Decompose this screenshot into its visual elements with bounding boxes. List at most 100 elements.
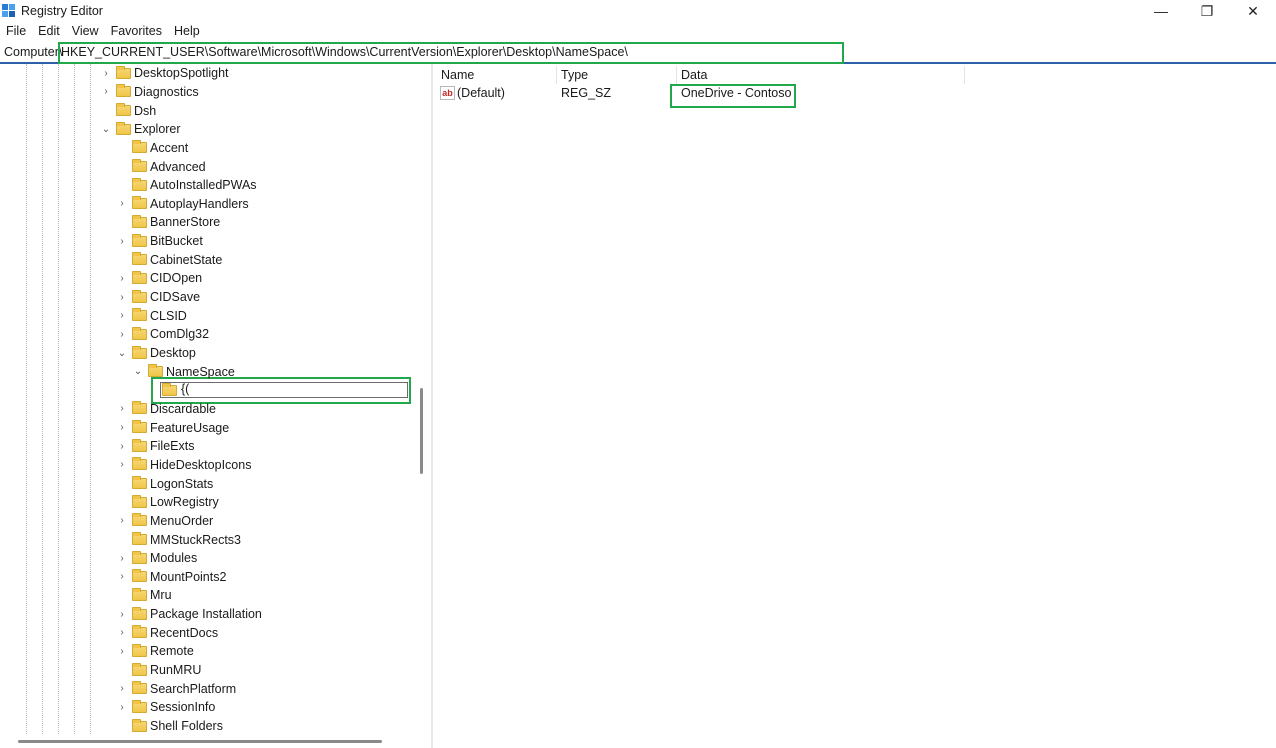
tree-item[interactable]: Mru: [116, 586, 172, 605]
tree-item-label: Advanced: [150, 159, 206, 174]
tree-item[interactable]: Shell Folders: [116, 717, 223, 736]
expand-chevron-icon[interactable]: ›: [116, 198, 128, 210]
tree-item[interactable]: ⌄ Desktop: [116, 344, 196, 363]
tree-item[interactable]: › FeatureUsage: [116, 418, 229, 437]
values-pane[interactable]: Name Type Data ab (Default) REG_SZ OneDr…: [434, 64, 1276, 748]
column-separator[interactable]: [964, 66, 965, 84]
tree-item[interactable]: › Diagnostics: [100, 83, 199, 102]
close-button[interactable]: ✕: [1230, 0, 1276, 22]
tree-item[interactable]: RunMRU: [116, 661, 201, 680]
expand-chevron-icon[interactable]: ›: [116, 328, 128, 340]
tree-item[interactable]: ⌄ Explorer: [100, 120, 181, 139]
address-path[interactable]: HKEY_CURRENT_USER\Software\Microsoft\Win…: [61, 45, 628, 59]
tree-item[interactable]: › BitBucket: [116, 232, 203, 251]
menu-edit[interactable]: Edit: [32, 23, 66, 41]
expand-chevron-icon[interactable]: ›: [116, 291, 128, 303]
tree-item[interactable]: › Package Installation: [116, 605, 262, 624]
tree-item[interactable]: › ComDlg32: [116, 325, 209, 344]
address-root: Computer\: [4, 45, 63, 59]
tree-guide-line: [42, 64, 43, 734]
folder-icon: [132, 494, 147, 508]
expand-chevron-icon[interactable]: ›: [100, 86, 112, 98]
tree-item[interactable]: › FileExts: [116, 437, 194, 456]
expand-chevron-icon[interactable]: ›: [116, 422, 128, 434]
menu-favorites[interactable]: Favorites: [105, 23, 168, 41]
tree-item[interactable]: Accent: [116, 139, 188, 158]
tree-item[interactable]: Dsh: [100, 101, 156, 120]
rename-key-input[interactable]: [160, 382, 408, 398]
folder-icon: [132, 308, 147, 322]
value-data[interactable]: OneDrive - Contoso: [681, 86, 791, 104]
rename-key-text[interactable]: {(: [181, 382, 189, 396]
expand-chevron-icon[interactable]: ›: [116, 459, 128, 471]
tree-item[interactable]: › Modules: [116, 549, 197, 568]
column-separator[interactable]: [676, 66, 677, 84]
tree-item[interactable]: ⌄ NameSpace: [132, 362, 235, 381]
column-header-type[interactable]: Type: [561, 68, 588, 82]
tree-item[interactable]: › SearchPlatform: [116, 679, 236, 698]
tree-item[interactable]: MMStuckRects3: [116, 530, 241, 549]
tree-item[interactable]: › HideDesktopIcons: [116, 456, 251, 475]
tree-item[interactable]: › MenuOrder: [116, 512, 213, 531]
tree-item[interactable]: › SessionInfo: [116, 698, 215, 717]
expand-chevron-icon[interactable]: ›: [116, 645, 128, 657]
folder-icon: [148, 364, 163, 378]
tree-item-label: BannerStore: [150, 215, 221, 230]
collapse-chevron-icon[interactable]: ⌄: [100, 123, 112, 135]
expand-chevron-icon[interactable]: ›: [116, 683, 128, 695]
column-separator[interactable]: [556, 66, 557, 84]
folder-icon: [132, 550, 147, 564]
expand-chevron-icon[interactable]: ›: [116, 272, 128, 284]
tree-item[interactable]: › DesktopSpotlight: [100, 64, 229, 83]
tree-item[interactable]: › MountPoints2: [116, 568, 226, 587]
expand-chevron-icon[interactable]: ›: [116, 235, 128, 247]
tree-item[interactable]: › AutoplayHandlers: [116, 195, 249, 214]
expand-chevron-icon[interactable]: ›: [116, 627, 128, 639]
tree-item-label: RunMRU: [150, 663, 202, 678]
minimize-button[interactable]: —: [1138, 0, 1184, 22]
folder-icon: [132, 532, 147, 546]
tree-item[interactable]: CabinetState: [116, 251, 222, 270]
tree-item-label: Mru: [150, 588, 172, 603]
registry-key-tree[interactable]: {( › DesktopSpotlight › Diagnostics Dsh ⌄ Expl…: [0, 64, 428, 748]
tree-item[interactable]: › CIDSave: [116, 288, 200, 307]
folder-icon: [132, 289, 147, 303]
tree-item[interactable]: LowRegistry: [116, 493, 219, 512]
tree-item[interactable]: Advanced: [116, 157, 206, 176]
tree-item[interactable]: BannerStore: [116, 213, 220, 232]
menu-view[interactable]: View: [66, 23, 105, 41]
pane-splitter[interactable]: [431, 64, 433, 748]
tree-item-label: CLSID: [150, 308, 187, 323]
expand-chevron-icon[interactable]: ›: [116, 701, 128, 713]
column-header-data[interactable]: Data: [681, 68, 707, 82]
expand-chevron-icon[interactable]: ›: [116, 515, 128, 527]
expand-chevron-icon[interactable]: ›: [116, 310, 128, 322]
tree-item[interactable]: › Discardable: [116, 400, 216, 419]
tree-horizontal-scrollbar[interactable]: [18, 740, 382, 743]
value-name[interactable]: (Default): [457, 86, 505, 104]
tree-item[interactable]: LogonStats: [116, 474, 213, 493]
expand-chevron-icon[interactable]: ›: [116, 571, 128, 583]
collapse-chevron-icon[interactable]: ⌄: [132, 366, 144, 378]
folder-icon: [132, 718, 147, 732]
tree-vertical-scrollbar[interactable]: [420, 388, 423, 474]
tree-item[interactable]: AutoInstalledPWAs: [116, 176, 257, 195]
value-type[interactable]: REG_SZ: [561, 86, 611, 104]
tree-item[interactable]: › RecentDocs: [116, 624, 218, 643]
column-header-name[interactable]: Name: [441, 68, 474, 82]
maximize-button[interactable]: ❐: [1184, 0, 1230, 22]
address-bar[interactable]: Computer\ HKEY_CURRENT_USER\Software\Mic…: [0, 42, 1276, 64]
expand-chevron-icon[interactable]: ›: [116, 403, 128, 415]
expand-chevron-icon[interactable]: ›: [116, 552, 128, 564]
menu-file[interactable]: File: [0, 23, 32, 41]
tree-item[interactable]: › CIDOpen: [116, 269, 202, 288]
tree-guide-line: [90, 64, 91, 734]
tree-item[interactable]: › Remote: [116, 642, 194, 661]
collapse-chevron-icon[interactable]: ⌄: [116, 347, 128, 359]
expand-chevron-icon[interactable]: ›: [116, 440, 128, 452]
tree-item[interactable]: › CLSID: [116, 306, 187, 325]
expand-chevron-icon[interactable]: ›: [116, 608, 128, 620]
expand-chevron-icon[interactable]: ›: [100, 67, 112, 79]
menu-help[interactable]: Help: [168, 23, 206, 41]
